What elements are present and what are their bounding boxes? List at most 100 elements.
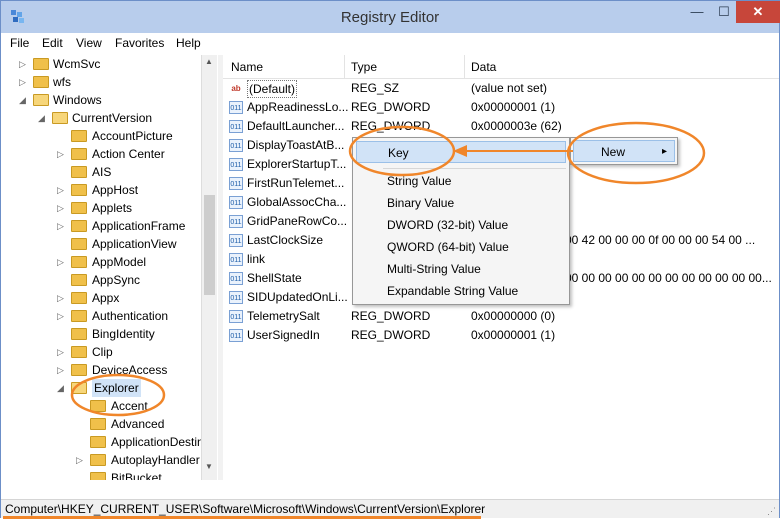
menu-item-key-label: Key (388, 146, 409, 160)
menu-item-string-value[interactable]: String Value (387, 170, 451, 192)
tree-vertical-scrollbar[interactable]: ▲ ▼ (201, 55, 217, 480)
column-header-type[interactable]: Type (351, 60, 377, 74)
expand-arrow-icon[interactable]: ▷ (57, 289, 67, 307)
value-type: REG_DWORD (351, 309, 431, 323)
tree-item-label: AutoplayHandler (111, 453, 200, 467)
minimize-button[interactable]: — (682, 1, 712, 23)
scrollbar-thumb[interactable] (204, 195, 215, 295)
value-data: 0x00000001 (1) (471, 100, 556, 114)
menu-favorites[interactable]: Favorites (115, 36, 164, 50)
scroll-down-icon[interactable]: ▼ (205, 462, 213, 471)
menu-item-multi-string-value[interactable]: Multi-String Value (387, 258, 481, 280)
menu-edit[interactable]: Edit (42, 36, 63, 50)
key-tree-pane[interactable]: ▷ WcmSvc ▷ wfs ◢ Windows ◢ CurrentVersio… (3, 55, 217, 480)
value-name: UserSignedIn (247, 328, 320, 342)
binary-value-icon: 011 (229, 139, 243, 152)
collapse-arrow-icon[interactable]: ◢ (38, 109, 48, 127)
value-name: LastClockSize (247, 233, 324, 247)
current-key-path: Computer\HKEY_CURRENT_USER\Software\Micr… (5, 502, 486, 516)
tree-item-label: Windows (53, 93, 102, 107)
tree-item-label: ApplicationView (92, 237, 177, 251)
folder-icon (71, 364, 87, 376)
value-type: REG_DWORD (351, 328, 431, 342)
folder-icon (71, 148, 87, 160)
value-name: GridPaneRowCo... (247, 214, 348, 228)
resize-grip-icon[interactable]: ⋰ (767, 506, 776, 517)
collapse-arrow-icon[interactable]: ◢ (19, 91, 29, 109)
expand-arrow-icon[interactable]: ▷ (57, 181, 67, 199)
tree-item-label: DeviceAccess (92, 363, 168, 377)
menu-help[interactable]: Help (176, 36, 201, 50)
folder-icon (71, 328, 87, 340)
folder-icon (90, 454, 106, 466)
open-folder-icon (71, 382, 87, 394)
menu-item-dword-value[interactable]: DWORD (32-bit) Value (387, 214, 508, 236)
value-name: link (247, 252, 266, 266)
binary-value-icon: 011 (229, 291, 243, 304)
folder-icon (71, 202, 87, 214)
menu-file[interactable]: File (10, 36, 29, 50)
tree-item-label: Accent (111, 399, 148, 413)
tree-item-label: AppSync (92, 273, 141, 287)
menu-view[interactable]: View (76, 36, 102, 50)
folder-icon (71, 310, 87, 322)
value-name: DisplayToastAtB... (247, 138, 345, 152)
value-data: 00 00 00 00 00 00 00 00 00 00 00 00... (565, 271, 772, 285)
value-row[interactable]: 011 UserSignedIn REG_DWORD 0x00000001 (1… (223, 326, 779, 345)
expand-arrow-icon[interactable]: ▷ (19, 55, 29, 73)
binary-value-icon: 011 (229, 215, 243, 228)
expand-arrow-icon[interactable]: ▷ (19, 73, 29, 91)
binary-value-icon: 011 (229, 177, 243, 190)
close-button[interactable]: ✕ (736, 1, 780, 23)
value-row[interactable]: 011 TelemetrySalt REG_DWORD 0x00000000 (… (223, 307, 779, 326)
column-header-name[interactable]: Name (231, 60, 263, 74)
value-row[interactable]: ab (Default) REG_SZ (value not set) (223, 79, 779, 98)
menu-item-binary-value[interactable]: Binary Value (387, 192, 454, 214)
value-row[interactable]: 011 AppReadinessLo... REG_DWORD 0x000000… (223, 98, 779, 117)
tree-item-label: BingIdentity (92, 327, 155, 341)
value-data: 0x0000003e (62) (471, 119, 562, 133)
folder-icon (71, 238, 87, 250)
value-data: 00 42 00 00 00 0f 00 00 00 54 00 ... (565, 233, 756, 247)
maximize-button[interactable]: ☐ (709, 1, 739, 23)
folder-icon (90, 418, 106, 430)
menu-item-qword-value[interactable]: QWORD (64-bit) Value (387, 236, 509, 258)
expand-arrow-icon[interactable]: ▷ (57, 217, 67, 235)
value-data: 0x00000000 (0) (471, 309, 556, 323)
menu-item-new[interactable]: New ▸ (573, 140, 675, 162)
menu-separator (383, 168, 566, 169)
tree-item-label: AppHost (92, 183, 139, 197)
tree-item-label: AccountPicture (92, 129, 173, 143)
value-name: TelemetrySalt (247, 309, 320, 323)
tree-item-label: Authentication (92, 309, 169, 323)
expand-arrow-icon[interactable]: ▷ (76, 451, 86, 469)
expand-arrow-icon[interactable]: ▷ (57, 253, 67, 271)
title-bar[interactable]: Registry Editor — ☐ ✕ (1, 1, 780, 33)
tree-item-label: Appx (92, 291, 120, 305)
menu-bar: File Edit View Favorites Help (1, 33, 779, 53)
value-row[interactable]: 011 DefaultLauncher... REG_DWORD 0x00000… (223, 117, 779, 136)
folder-icon (71, 274, 87, 286)
expand-arrow-icon[interactable]: ▷ (57, 145, 67, 163)
value-name: DefaultLauncher... (247, 119, 345, 133)
expand-arrow-icon[interactable]: ▷ (57, 199, 67, 217)
value-name: AppReadinessLo... (247, 100, 349, 114)
scroll-up-icon[interactable]: ▲ (205, 57, 213, 66)
folder-icon (71, 130, 87, 142)
menu-item-key[interactable]: Key (356, 141, 566, 163)
folder-icon (33, 58, 49, 70)
expand-arrow-icon[interactable]: ▷ (57, 361, 67, 379)
column-divider[interactable] (464, 55, 465, 79)
tree-item-label: WcmSvc (53, 57, 101, 71)
folder-icon (33, 76, 49, 88)
expand-arrow-icon[interactable]: ▷ (57, 307, 67, 325)
collapse-arrow-icon[interactable]: ◢ (57, 379, 67, 397)
value-type: REG_SZ (351, 81, 400, 95)
binary-value-icon: 011 (229, 310, 243, 323)
column-divider[interactable] (344, 55, 345, 79)
column-header-data[interactable]: Data (471, 60, 496, 74)
menu-item-expandable-string-value[interactable]: Expandable String Value (387, 280, 518, 302)
expand-arrow-icon[interactable]: ▷ (57, 343, 67, 361)
open-folder-icon (52, 112, 68, 124)
folder-icon (90, 400, 106, 412)
